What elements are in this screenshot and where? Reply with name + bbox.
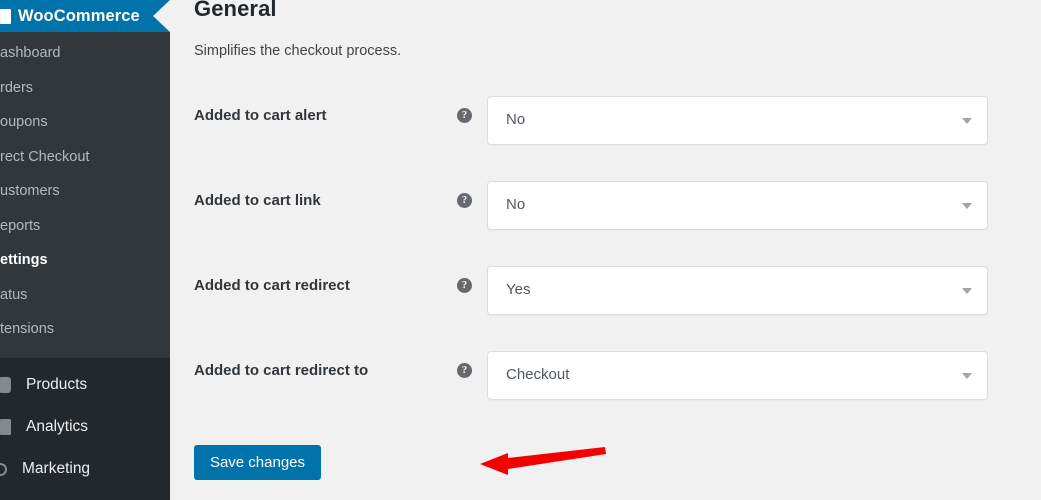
woocommerce-settings-screen: WooCommerce ashboard rders oupons rect C… xyxy=(0,0,1041,500)
sidebar-item-label: rect Checkout xyxy=(0,148,90,165)
sidebar-item-label: Analytics xyxy=(26,418,89,435)
marketing-icon xyxy=(0,462,7,476)
sidebar-item-analytics[interactable]: Analytics xyxy=(0,406,170,448)
setting-label: Added to cart redirect to xyxy=(194,362,369,379)
woocommerce-submenu: ashboard rders oupons rect Checkout usto… xyxy=(0,32,170,358)
setting-row-added-to-cart-redirect: Added to cart redirect ? Yes xyxy=(170,266,1041,351)
save-changes-button[interactable]: Save changes xyxy=(194,445,321,480)
setting-label: Added to cart link xyxy=(194,192,321,209)
added-to-cart-redirect-to-select[interactable]: Checkout xyxy=(487,351,988,400)
woocommerce-logo-icon xyxy=(0,8,11,24)
sidebar-item-label: Products xyxy=(26,376,88,393)
woocommerce-brand-header[interactable]: WooCommerce xyxy=(0,0,170,32)
page-title: General xyxy=(194,0,277,21)
sidebar-item-dashboard[interactable]: ashboard xyxy=(0,36,170,71)
help-icon[interactable]: ? xyxy=(457,278,472,293)
sidebar-item-label: atus xyxy=(0,286,28,303)
chevron-down-icon xyxy=(962,373,972,379)
sidebar-item-customers[interactable]: ustomers xyxy=(0,174,170,209)
sidebar-item-products[interactable]: Products xyxy=(0,364,170,406)
chevron-right-icon xyxy=(153,0,170,32)
sidebar-item-label: Marketing xyxy=(22,460,91,477)
chevron-down-icon xyxy=(962,288,972,294)
red-pointer-arrow xyxy=(480,447,606,475)
sidebar-item-label: ettings xyxy=(0,252,48,269)
sidebar-item-label: eports xyxy=(0,217,41,234)
sidebar-item-label: tensions xyxy=(0,321,55,338)
woocommerce-brand-label: WooCommerce xyxy=(18,6,140,25)
select-value: No xyxy=(506,196,526,213)
settings-content-panel: General Simplifies the checkout process.… xyxy=(170,0,1041,500)
sidebar-item-reports[interactable]: eports xyxy=(0,209,170,244)
help-icon[interactable]: ? xyxy=(457,193,472,208)
sidebar-item-coupons[interactable]: oupons xyxy=(0,105,170,140)
sidebar-item-label: rders xyxy=(0,79,34,96)
products-icon xyxy=(0,377,11,393)
select-value: Yes xyxy=(506,281,531,298)
sidebar-item-extensions[interactable]: tensions xyxy=(0,312,170,347)
select-value: No xyxy=(506,111,526,128)
setting-row-added-to-cart-alert: Added to cart alert ? No xyxy=(170,96,1041,181)
sidebar-item-label: ashboard xyxy=(0,45,61,62)
added-to-cart-redirect-select[interactable]: Yes xyxy=(487,266,988,315)
admin-main-menu: Products Analytics Marketing xyxy=(0,358,170,500)
sidebar-item-status[interactable]: atus xyxy=(0,278,170,313)
analytics-icon xyxy=(0,419,11,435)
sidebar-item-orders[interactable]: rders xyxy=(0,71,170,106)
sidebar-item-direct-checkout[interactable]: rect Checkout xyxy=(0,140,170,175)
setting-label: Added to cart alert xyxy=(194,107,327,124)
setting-label: Added to cart redirect xyxy=(194,277,350,294)
settings-form: Added to cart alert ? No Added to cart l… xyxy=(170,96,1041,436)
admin-sidebar: WooCommerce ashboard rders oupons rect C… xyxy=(0,0,170,500)
page-description: Simplifies the checkout process. xyxy=(194,43,402,59)
help-icon[interactable]: ? xyxy=(457,363,472,378)
help-icon[interactable]: ? xyxy=(457,108,472,123)
added-to-cart-alert-select[interactable]: No xyxy=(487,96,988,145)
sidebar-item-label: oupons xyxy=(0,114,48,131)
chevron-down-icon xyxy=(962,203,972,209)
sidebar-item-settings[interactable]: ettings xyxy=(0,243,170,278)
chevron-down-icon xyxy=(962,118,972,124)
setting-row-added-to-cart-link: Added to cart link ? No xyxy=(170,181,1041,266)
select-value: Checkout xyxy=(506,366,570,383)
sidebar-item-label: ustomers xyxy=(0,183,60,200)
sidebar-item-marketing[interactable]: Marketing xyxy=(0,448,170,490)
added-to-cart-link-select[interactable]: No xyxy=(487,181,988,230)
setting-row-added-to-cart-redirect-to: Added to cart redirect to ? Checkout xyxy=(170,351,1041,436)
